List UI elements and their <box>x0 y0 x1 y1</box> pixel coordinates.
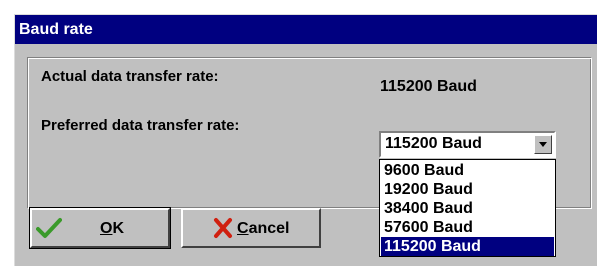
cancel-button[interactable]: Cancel <box>181 208 321 248</box>
chevron-down-icon <box>539 142 547 147</box>
dropdown-option[interactable]: 57600 Baud <box>381 218 554 237</box>
ok-button[interactable]: OK <box>29 207 171 249</box>
x-cross-icon <box>214 218 232 238</box>
preferred-rate-combo[interactable]: 115200 Baud <box>379 131 556 158</box>
rate-dropdown-list[interactable]: 9600 Baud 19200 Baud 38400 Baud 57600 Ba… <box>379 159 556 257</box>
ok-button-label: OK <box>100 220 125 237</box>
dropdown-option[interactable]: 9600 Baud <box>381 161 554 180</box>
actual-rate-label: Actual data transfer rate: <box>41 68 219 85</box>
combo-selected-value: 115200 Baud <box>385 135 482 152</box>
dropdown-option[interactable]: 19200 Baud <box>381 180 554 199</box>
preferred-rate-label: Preferred data transfer rate: <box>41 117 240 134</box>
checkmark-icon <box>36 218 62 238</box>
dropdown-option-selected[interactable]: 115200 Baud <box>381 237 554 256</box>
actual-rate-value: 115200 Baud <box>380 78 477 95</box>
cancel-button-label: Cancel <box>237 220 290 237</box>
window-title: Baud rate <box>15 15 597 44</box>
combo-dropdown-button[interactable] <box>534 135 552 154</box>
dropdown-option[interactable]: 38400 Baud <box>381 199 554 218</box>
